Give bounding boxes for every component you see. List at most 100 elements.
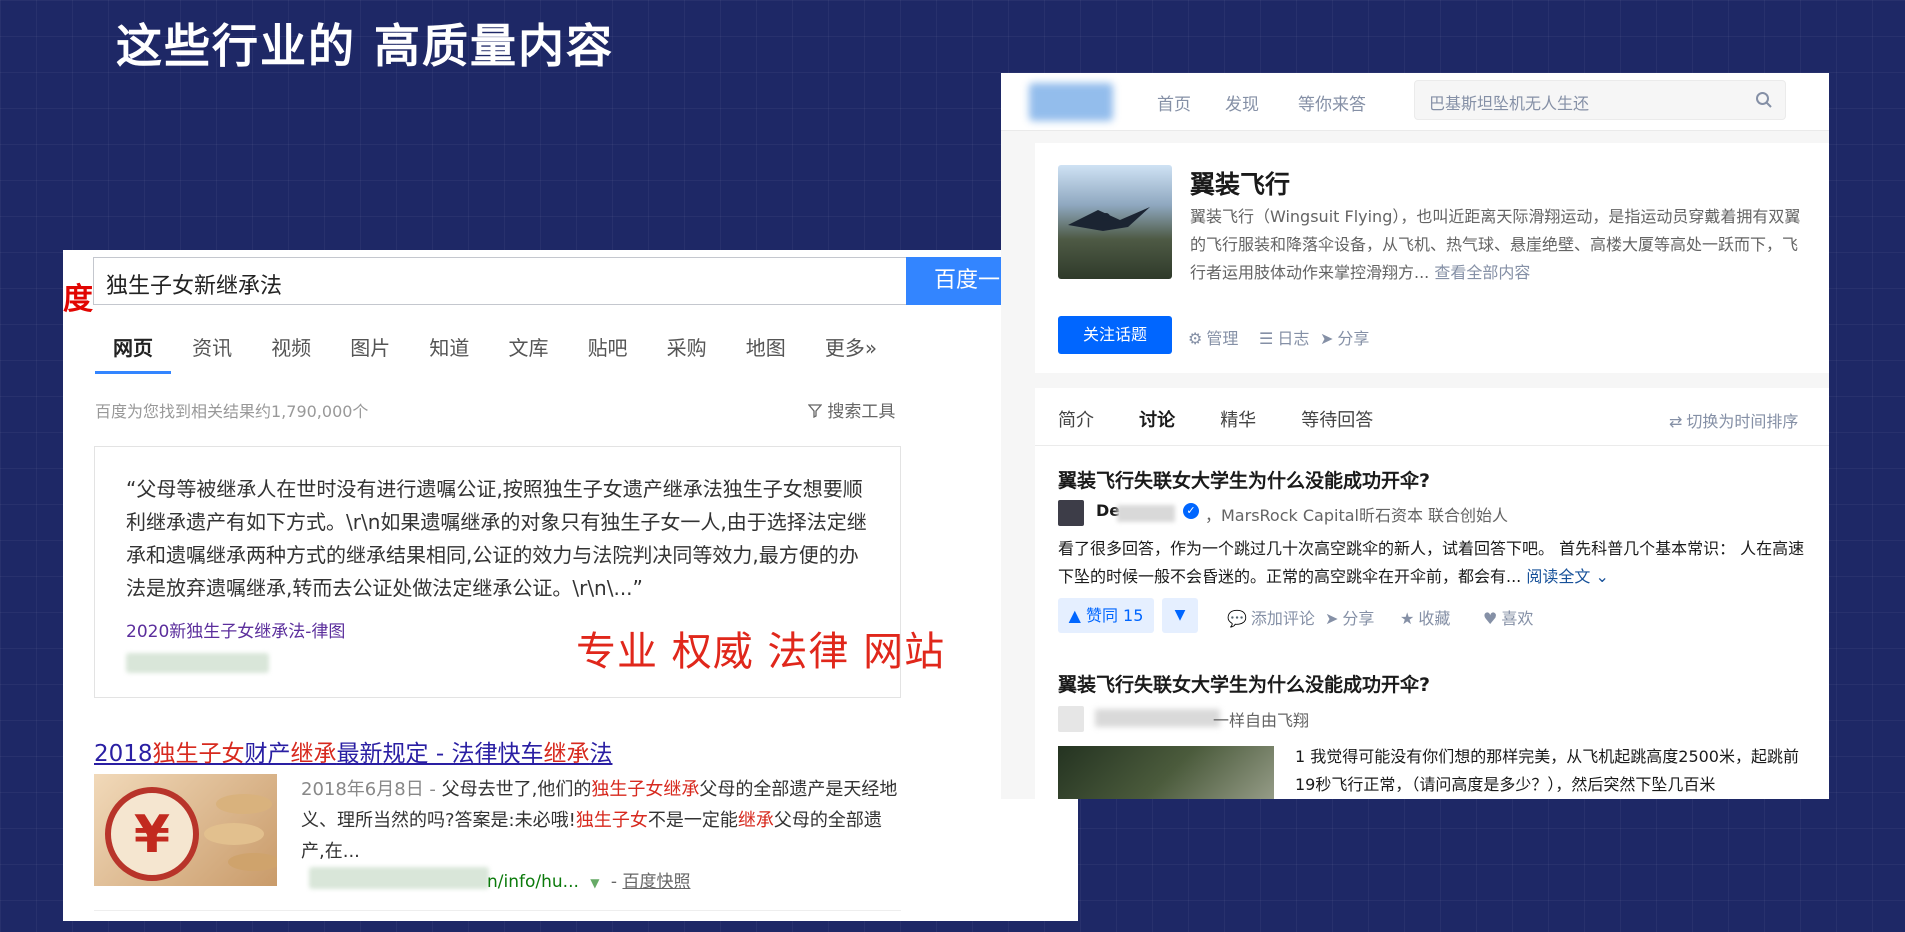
result-title-link[interactable]: 2018独生子女财产继承最新规定 - 法律快车继承法	[94, 734, 612, 768]
result-thumbnail[interactable]: ¥	[94, 774, 277, 886]
zhihu-logo[interactable]	[1029, 83, 1113, 121]
share-button[interactable]: ➤ 分享	[1320, 325, 1369, 349]
add-comment-button[interactable]: 💬 添加评论	[1227, 605, 1315, 629]
title-part: 法	[589, 741, 613, 767]
tab-news[interactable]: 资讯	[192, 332, 232, 371]
read-more-link[interactable]: 阅读全文 ⌄	[1526, 567, 1609, 586]
log-button[interactable]: ☰ 日志	[1259, 325, 1309, 349]
slide-title: 这些行业的 高质量内容	[116, 19, 615, 73]
gear-icon: ⚙	[1188, 329, 1203, 348]
tab-webpage[interactable]: 网页	[95, 332, 171, 374]
search-icon[interactable]	[1755, 91, 1773, 109]
comment-icon: 💬	[1227, 609, 1247, 628]
answer-excerpt: 看了很多回答，作为一个跳过几十次高空跳伞的新人，试着回答下吧。 首先科普几个基本…	[1058, 535, 1810, 591]
add-comment-label: 添加评论	[1250, 609, 1315, 628]
overlay-annotation: 专业 权威 法律 网站	[576, 629, 946, 675]
tab-discussion[interactable]: 讨论	[1139, 406, 1175, 432]
swap-icon: ⇄	[1669, 412, 1683, 431]
chevron-down-icon[interactable]: ▼	[590, 876, 599, 890]
zhihu-topic-panel: 首页 发现 等你来答 巴基斯坦坠机无人生还 翼装飞行 翼装飞行（Wingsuit…	[1001, 73, 1829, 799]
question-title[interactable]: 翼装飞行失联女大学生为什么没能成功开伞?	[1058, 466, 1430, 493]
answer-excerpt: 1 我觉得可能没有你们想的那样完美，从飞机起跳高度2500米，起跳前19秒飞行正…	[1295, 747, 1799, 794]
like-button[interactable]: ♥ 喜欢	[1483, 605, 1533, 629]
avatar[interactable]	[1058, 500, 1084, 526]
topic-card: 翼装飞行 翼装飞行（Wingsuit Flying），也叫近距离天际滑翔运动，是…	[1035, 143, 1829, 373]
question-title[interactable]: 翼装飞行失联女大学生为什么没能成功开伞?	[1058, 670, 1430, 697]
search-tools-button[interactable]: 搜索工具	[807, 397, 896, 422]
share-answer-button[interactable]: ➤ 分享	[1325, 605, 1374, 629]
tab-images[interactable]: 图片	[350, 332, 390, 371]
tab-awaiting[interactable]: 等待回答	[1301, 406, 1373, 432]
tab-essence[interactable]: 精华	[1220, 406, 1256, 432]
feed-tabs: 简介 讨论 精华 等待回答	[1058, 406, 1413, 432]
manage-button[interactable]: ⚙ 管理	[1188, 325, 1238, 349]
snapshot-link[interactable]: 百度快照	[622, 872, 690, 892]
share-answer-label: 分享	[1342, 609, 1375, 628]
chevron-down-icon: ⌄	[1595, 567, 1609, 586]
sort-toggle[interactable]: ⇄ 切换为时间排序	[1669, 408, 1798, 432]
baidu-logo[interactable]: 度	[63, 274, 93, 318]
log-label: 日志	[1277, 329, 1310, 348]
result-url[interactable]: n/info/hu...	[487, 872, 579, 892]
search-input[interactable]: 独生子女新继承法	[93, 257, 966, 305]
filter-icon	[807, 404, 823, 419]
title-highlight: 继承	[543, 741, 590, 767]
result-snippet: 2018年6月8日 - 父母去世了,他们的独生子女继承父母的全部遗产是天经地义、…	[301, 774, 901, 867]
topic-description: 翼装飞行（Wingsuit Flying），也叫近距离天际滑翔运动，是指运动员穿…	[1190, 203, 1802, 287]
sort-label: 切换为时间排序	[1686, 412, 1799, 431]
nav-home[interactable]: 首页	[1157, 90, 1191, 115]
title-highlight: 继承	[290, 741, 337, 767]
blurred-author	[1095, 709, 1220, 727]
like-label: 喜欢	[1501, 609, 1534, 628]
triangle-down-icon: ▼	[1174, 607, 1186, 623]
featured-answer-text: “父母等被继承人在世时没有进行遗嘱公证,按照独生子女遗产继承法独生子女想要顺利继…	[126, 477, 867, 600]
yuan-coin-image: ¥	[105, 787, 277, 881]
tab-more[interactable]: 更多»	[825, 332, 877, 371]
follow-topic-button[interactable]: 关注话题	[1058, 316, 1172, 354]
tab-wenku[interactable]: 文库	[508, 332, 548, 371]
svg-text:¥: ¥	[134, 805, 170, 865]
answer-thumbnail[interactable]	[1058, 746, 1274, 799]
tab-video[interactable]: 视频	[271, 332, 311, 371]
view-all-link[interactable]: 查看全部内容	[1434, 263, 1530, 282]
send-icon: ➤	[1320, 329, 1334, 348]
tab-tieba[interactable]: 贴吧	[588, 332, 628, 371]
divider	[94, 910, 901, 911]
title-part: 最新	[336, 741, 383, 767]
nav-waiting[interactable]: 等你来答	[1298, 90, 1366, 115]
triangle-up-icon: ▲	[1068, 606, 1081, 625]
title-highlight: 独生子女	[152, 741, 245, 767]
tab-intro[interactable]: 简介	[1058, 406, 1094, 432]
title-part: 规定 - 法律快车	[382, 741, 544, 767]
list-icon: ☰	[1259, 329, 1274, 348]
baidu-tabs: 网页 资讯 视频 图片 知道 文库 贴吧 采购 地图 更多»	[95, 332, 911, 374]
answer-excerpt-text: 看了很多回答，作为一个跳过几十次高空跳伞的新人，试着回答下吧。 首先科普几个基本…	[1058, 539, 1805, 586]
baidu-search-panel: 度 独生子女新继承法 百度一 网页 资讯 视频 图片 知道 文库 贴吧 采购 地…	[63, 250, 1078, 921]
author-bio: ，MarsRock Capital昕石资本 联合创始人	[1205, 506, 1509, 525]
snippet-highlight: 独生子女继承	[591, 779, 700, 800]
result-count: 百度为您找到相关结果约1,790,000个	[95, 402, 369, 421]
avatar[interactable]	[1058, 706, 1084, 732]
divider	[1035, 445, 1829, 446]
read-more-label: 阅读全文	[1526, 567, 1591, 586]
tab-map[interactable]: 地图	[746, 332, 786, 371]
topic-feed: 简介 讨论 精华 等待回答 ⇄ 切换为时间排序 翼装飞行失联女大学生为什么没能成功…	[1035, 388, 1829, 799]
nav-discover[interactable]: 发现	[1225, 90, 1259, 115]
upvote-button[interactable]: ▲ 赞同 15	[1058, 598, 1154, 633]
blurred-author	[1117, 505, 1175, 522]
featured-answer-link[interactable]: 2020新独生子女继承法-律图	[126, 617, 345, 642]
share-label: 分享	[1337, 329, 1370, 348]
snippet-text: 不是一定能	[647, 810, 738, 831]
search-input[interactable]: 巴基斯坦坠机无人生还	[1414, 80, 1786, 120]
downvote-button[interactable]: ▼	[1162, 598, 1198, 633]
tab-zhidao[interactable]: 知道	[429, 332, 469, 371]
star-icon: ★	[1400, 609, 1415, 628]
search-tools-label: 搜索工具	[827, 402, 896, 422]
topic-title: 翼装飞行	[1190, 170, 1291, 199]
search-query-text: 独生子女新继承法	[106, 274, 283, 299]
collect-button[interactable]: ★ 收藏	[1400, 605, 1450, 629]
heart-icon: ♥	[1483, 609, 1498, 628]
tab-caigou[interactable]: 采购	[667, 332, 707, 371]
blurred-url	[126, 653, 269, 673]
snippet-date: 2018年6月8日 -	[301, 779, 436, 800]
